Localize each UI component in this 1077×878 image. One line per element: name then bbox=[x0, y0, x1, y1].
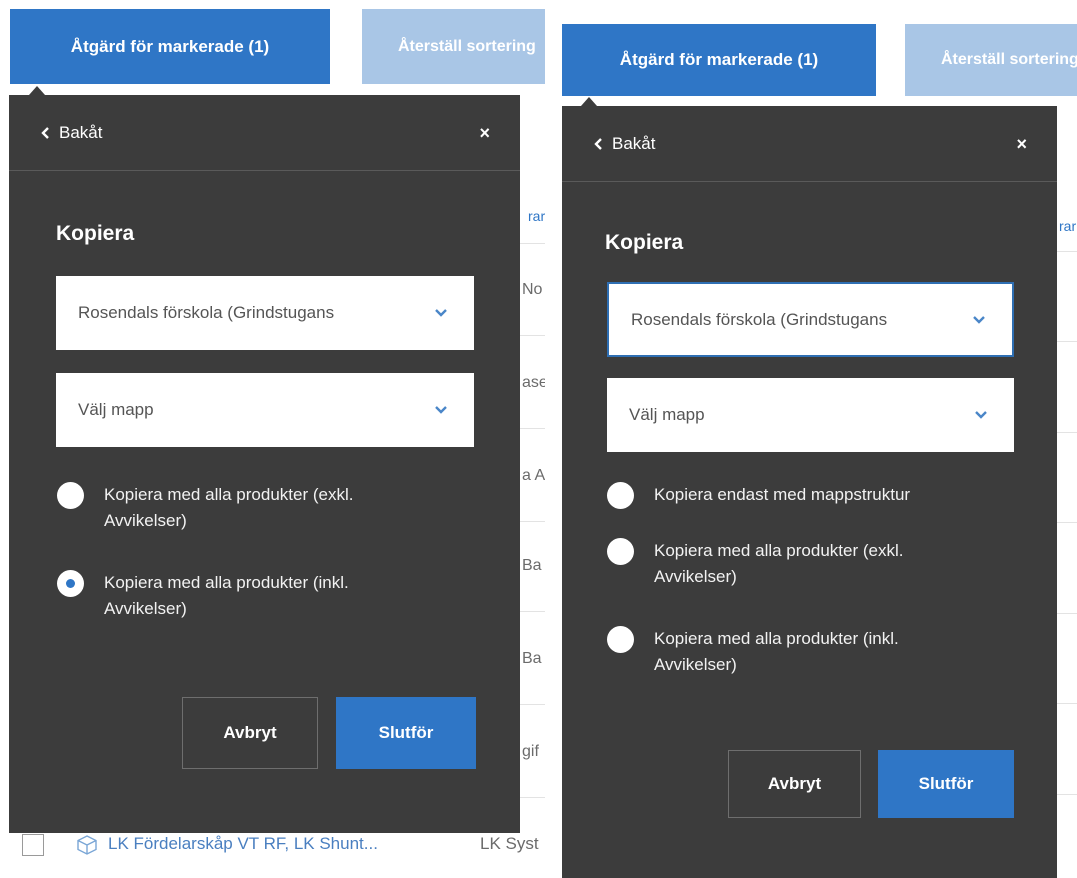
folder-select[interactable]: Välj mapp bbox=[56, 373, 474, 447]
close-icon[interactable]: × bbox=[1016, 134, 1027, 155]
chevron-down-icon bbox=[435, 309, 447, 317]
finish-button[interactable]: Slutför bbox=[336, 697, 476, 769]
list-item-fragment: Ba bbox=[522, 557, 542, 574]
back-label: Bakåt bbox=[59, 123, 103, 142]
popover-title: Kopiera bbox=[56, 222, 135, 245]
popover-title: Kopiera bbox=[605, 231, 684, 254]
radio-button-selected[interactable] bbox=[57, 570, 84, 597]
folder-select-value: Välj mapp bbox=[78, 400, 154, 419]
chevron-left-icon bbox=[41, 127, 49, 139]
list-item-fragment: gif bbox=[522, 743, 539, 760]
row-divider bbox=[1056, 613, 1077, 614]
radio-button[interactable] bbox=[57, 482, 84, 509]
popover-header: Bakåt × bbox=[562, 106, 1057, 182]
option-copy-incl-deviations[interactable]: Kopiera med alla produkter (inkl. Avvike… bbox=[607, 626, 899, 678]
option-copy-incl-deviations[interactable]: Kopiera med alla produkter (inkl. Avvike… bbox=[57, 570, 349, 622]
row-checkbox[interactable] bbox=[22, 834, 44, 856]
row-divider bbox=[520, 521, 545, 522]
list-item-fragment: ase bbox=[522, 374, 545, 391]
row-divider bbox=[1056, 794, 1077, 795]
row-divider bbox=[1056, 341, 1077, 342]
location-select[interactable]: Rosendals förskola (Grindstugans bbox=[607, 282, 1014, 357]
location-select-value: Rosendals förskola (Grindstugans bbox=[631, 309, 888, 329]
back-label: Bakåt bbox=[612, 134, 656, 153]
product-name-link[interactable]: LK Fördelarskåp VT RF, LK Shunt... bbox=[108, 834, 378, 854]
row-divider bbox=[520, 797, 545, 798]
row-divider bbox=[520, 428, 545, 429]
option-label: Kopiera endast med mappstruktur bbox=[654, 485, 911, 504]
list-item-fragment: a A bbox=[522, 467, 545, 484]
option-label: Kopiera med alla produkter (exkl. Avvike… bbox=[104, 485, 354, 530]
folder-select-value: Välj mapp bbox=[629, 405, 705, 424]
location-select-value: Rosendals förskola (Grindstugans bbox=[78, 303, 335, 322]
popover-caret bbox=[581, 97, 597, 106]
row-divider bbox=[1056, 703, 1077, 704]
cancel-button[interactable]: Avbryt bbox=[182, 697, 318, 769]
option-copy-excl-deviations[interactable]: Kopiera med alla produkter (exkl. Avvike… bbox=[607, 538, 903, 590]
back-button[interactable]: Bakåt bbox=[41, 123, 102, 143]
row-divider bbox=[1056, 251, 1077, 252]
chevron-down-icon bbox=[973, 315, 985, 324]
back-button[interactable]: Bakåt bbox=[594, 134, 655, 154]
supplier-cell: LK Syst bbox=[480, 834, 539, 853]
location-select[interactable]: Rosendals förskola (Grindstugans bbox=[56, 276, 474, 350]
chevron-left-icon bbox=[594, 138, 602, 150]
reset-sorting-button[interactable]: Återställ sortering bbox=[362, 9, 545, 84]
copy-popover: Bakåt × Kopiera Rosendals förskola (Grin… bbox=[9, 95, 520, 833]
right-screenshot-pane: Åtgärd för markerade (1) Återställ sorte… bbox=[545, 0, 1077, 878]
row-divider bbox=[520, 335, 545, 336]
row-divider bbox=[1056, 522, 1077, 523]
row-divider bbox=[520, 243, 545, 244]
list-item-fragment: Ba bbox=[522, 650, 542, 667]
folder-select[interactable]: Välj mapp bbox=[607, 378, 1014, 452]
finish-button[interactable]: Slutför bbox=[878, 750, 1014, 818]
option-label: Kopiera med alla produkter (exkl. Avvike… bbox=[654, 541, 904, 586]
row-divider bbox=[520, 611, 545, 612]
popover-header: Bakåt × bbox=[9, 95, 520, 171]
bulk-action-button[interactable]: Åtgärd för markerade (1) bbox=[562, 24, 876, 96]
radio-button[interactable] bbox=[607, 538, 634, 565]
list-item-fragment: No bbox=[522, 281, 543, 298]
cancel-button[interactable]: Avbryt bbox=[728, 750, 861, 818]
row-divider bbox=[1056, 432, 1077, 433]
chevron-down-icon bbox=[435, 406, 447, 414]
option-copy-excl-deviations[interactable]: Kopiera med alla produkter (exkl. Avvike… bbox=[57, 482, 353, 534]
box-icon bbox=[77, 835, 97, 855]
radio-button[interactable] bbox=[607, 482, 634, 509]
chevron-down-icon bbox=[975, 411, 987, 419]
column-header-fragment: rar bbox=[528, 208, 545, 224]
radio-button[interactable] bbox=[607, 626, 634, 653]
reset-sorting-button[interactable]: Återställ sortering bbox=[905, 24, 1077, 96]
option-label: Kopiera med alla produkter (inkl. Avvike… bbox=[104, 573, 349, 618]
column-header-fragment: rar bbox=[1059, 218, 1077, 234]
option-label: Kopiera med alla produkter (inkl. Avvike… bbox=[654, 629, 899, 674]
close-icon[interactable]: × bbox=[479, 123, 490, 144]
copy-popover: Bakåt × Kopiera Rosendals förskola (Grin… bbox=[562, 106, 1057, 878]
row-divider bbox=[520, 704, 545, 705]
popover-caret bbox=[29, 86, 45, 95]
option-copy-folder-structure-only[interactable]: Kopiera endast med mappstruktur bbox=[607, 482, 910, 509]
bulk-action-button[interactable]: Åtgärd för markerade (1) bbox=[10, 9, 330, 84]
left-screenshot-pane: Åtgärd för markerade (1) Återställ sorte… bbox=[0, 0, 545, 878]
